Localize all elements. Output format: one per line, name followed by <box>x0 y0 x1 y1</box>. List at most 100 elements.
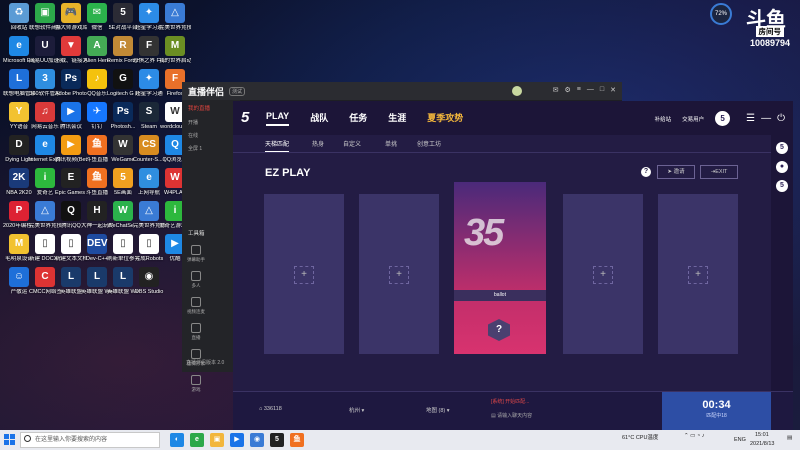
desktop-icon-label: 完美世界竞技... <box>159 25 191 31</box>
app-icon: Y <box>9 102 29 122</box>
taskbar-app-icon[interactable]: e <box>190 433 204 447</box>
app-icon: G <box>113 69 133 89</box>
coins-value: ⌂ 336118 <box>259 406 282 412</box>
nav-summer-offensive[interactable]: 夏季攻势 <box>427 111 463 126</box>
region-select[interactable]: 杭州 ▾ <box>349 406 364 414</box>
menu-icon[interactable]: ≡ <box>577 86 581 94</box>
empty-slot[interactable]: + <box>658 194 738 354</box>
empty-slot[interactable]: + <box>359 194 439 354</box>
app-icon: ◉ <box>139 267 159 287</box>
taskbar-app-icon[interactable]: 鱼 <box>290 433 304 447</box>
tab-workshop[interactable]: 创意工坊 <box>417 139 441 148</box>
maximize-icon[interactable]: □ <box>600 86 604 94</box>
minimize-icon[interactable]: — <box>587 86 594 94</box>
app-icon: ▼ <box>61 36 81 56</box>
sidebar-item[interactable]: 在线 <box>182 129 240 142</box>
chevron-down-icon: ▾ <box>360 408 365 414</box>
chat-input[interactable]: ▤ 请输入聊天内容 <box>491 412 532 419</box>
tab-ladder[interactable]: 天梯匹配 <box>265 139 290 152</box>
avatar[interactable] <box>512 86 522 96</box>
nav-team[interactable]: 战队 <box>310 111 328 126</box>
exit-button[interactable]: ⇥EXIT <box>700 165 738 179</box>
search-input[interactable]: 在这里输入你要搜索的内容 <box>20 432 160 448</box>
tool-item[interactable]: 视频连麦 <box>184 297 208 315</box>
language-indicator[interactable]: ENG <box>734 437 746 443</box>
nav-play[interactable]: PLAY <box>266 111 290 126</box>
taskbar-app-icon[interactable]: ◐ <box>170 433 184 447</box>
app-icon: 5 <box>113 168 133 188</box>
desktop-icons: ♻ 回收站 ▣ 联想软件商店 🎮 鲁大师游戏库 ✉ 微信 5 5E对战平台 ✦ 超星学习通 △ 完美世界竞… <box>0 0 195 430</box>
app-icon: C <box>35 267 55 287</box>
tool-icon <box>191 349 201 359</box>
empty-slot[interactable]: + <box>563 194 643 354</box>
start-button[interactable] <box>4 434 16 446</box>
trade-button[interactable]: 交易用户 <box>682 115 704 123</box>
power-icon[interactable]: ⏻ <box>777 113 785 124</box>
player-number: 35 <box>464 212 504 254</box>
tool-icon <box>191 375 201 385</box>
top-right-controls: 补给站 交易用户 5 ☰ — ⏻ <box>655 111 785 126</box>
tool-icon <box>191 245 201 255</box>
tab-warmup[interactable]: 热身 <box>312 139 324 148</box>
tool-item[interactable]: 游戏 <box>184 375 208 393</box>
app-icon: P <box>9 201 29 221</box>
tool-item[interactable]: 多人 <box>184 271 208 289</box>
map-select[interactable]: 地图 (8) ▾ <box>426 406 450 414</box>
nav-career[interactable]: 生涯 <box>388 111 406 126</box>
clock-date[interactable]: 2021/8/13 <box>750 441 774 447</box>
tool-item[interactable]: 弹幕助手 <box>184 245 208 263</box>
rail-item[interactable]: 5 <box>776 180 788 192</box>
sidebar-item[interactable]: 开播 <box>182 116 240 129</box>
help-icon[interactable]: ? <box>641 167 651 177</box>
supply-button[interactable]: 补给站 <box>655 115 672 123</box>
app-icon: △ <box>165 3 185 23</box>
app-icon: e <box>139 168 159 188</box>
avatar[interactable]: 5 <box>715 111 731 126</box>
tab-solo[interactable]: 单挑 <box>385 139 397 148</box>
app-icon: ✈ <box>87 102 107 122</box>
tool-item[interactable]: 直播 <box>184 323 208 341</box>
mail-icon[interactable]: ✉ <box>553 86 559 94</box>
taskbar-app-icon[interactable]: ▣ <box>210 433 224 447</box>
empty-slot[interactable]: + <box>264 194 344 354</box>
desktop-icon-label: OBS Studio <box>134 289 164 295</box>
streamer-badge: 72% 斗鱼 房间号 10089794 <box>710 3 790 55</box>
tray-icons[interactable]: ⌃ ▭ ◔ ♪ <box>684 433 704 439</box>
desktop-icon[interactable]: △ 完美世界竞技... <box>159 3 191 31</box>
tool-icon <box>191 297 201 307</box>
nav-missions[interactable]: 任务 <box>349 111 367 126</box>
minimize-icon[interactable]: — <box>761 113 771 124</box>
invite-button[interactable]: ➤ 邀请 <box>657 165 695 179</box>
app-icon: M <box>165 36 185 56</box>
app-icon: ▶ <box>61 102 81 122</box>
notification-icon[interactable]: ▤ <box>787 435 792 441</box>
taskbar-app-icon[interactable]: ▶ <box>230 433 244 447</box>
clock-time[interactable]: 15:01 <box>755 432 769 438</box>
add-player-icon: + <box>301 269 307 280</box>
rail-item[interactable]: ● <box>776 161 788 173</box>
desktop-icon[interactable]: ◉ OBS Studio <box>133 267 165 295</box>
sidebar-head[interactable]: 我的直播 <box>182 100 240 116</box>
app-icon: W <box>113 135 133 155</box>
companion-tag: 测试 <box>229 86 246 96</box>
app-icon: ✦ <box>139 69 159 89</box>
desktop-icon[interactable]: M 我的世界启动器 <box>159 36 191 64</box>
taskbar: 在这里输入你要搜索的内容 ◐ e ▣ ▶ ◉ 5 鱼 61°C CPU温度 ⌃ ▭ ◔ ♪ … <box>0 430 800 450</box>
sidebar-item[interactable]: 全屏 1 <box>182 142 240 155</box>
app-icon: Q <box>61 201 81 221</box>
app-icon: ▯ <box>61 234 81 254</box>
desktop-icon-label: 我的世界启动器 <box>159 58 191 64</box>
taskbar-app-icon[interactable]: 5 <box>270 433 284 447</box>
match-timer[interactable]: 00:34 匹配中18 <box>662 392 771 430</box>
search-icon <box>24 435 31 442</box>
settings-icon[interactable]: ⚙ <box>565 86 571 94</box>
game-logo[interactable]: 5 <box>241 109 249 126</box>
rail-item[interactable]: 5 <box>776 142 788 154</box>
close-icon[interactable]: ✕ <box>610 86 616 94</box>
menu-icon[interactable]: ☰ <box>746 113 755 124</box>
tab-custom[interactable]: 自定义 <box>343 139 361 148</box>
taskbar-app-icon[interactable]: ◉ <box>250 433 264 447</box>
mode-tabs: 天梯匹配 热身 自定义 单挑 创意工坊 <box>233 135 773 153</box>
game-bottom-bar: ⌂ 336118 杭州 ▾ 地图 (8) ▾ [系统] 开始匹配... ▤ 请输… <box>233 391 793 430</box>
app-icon: ♪ <box>87 69 107 89</box>
